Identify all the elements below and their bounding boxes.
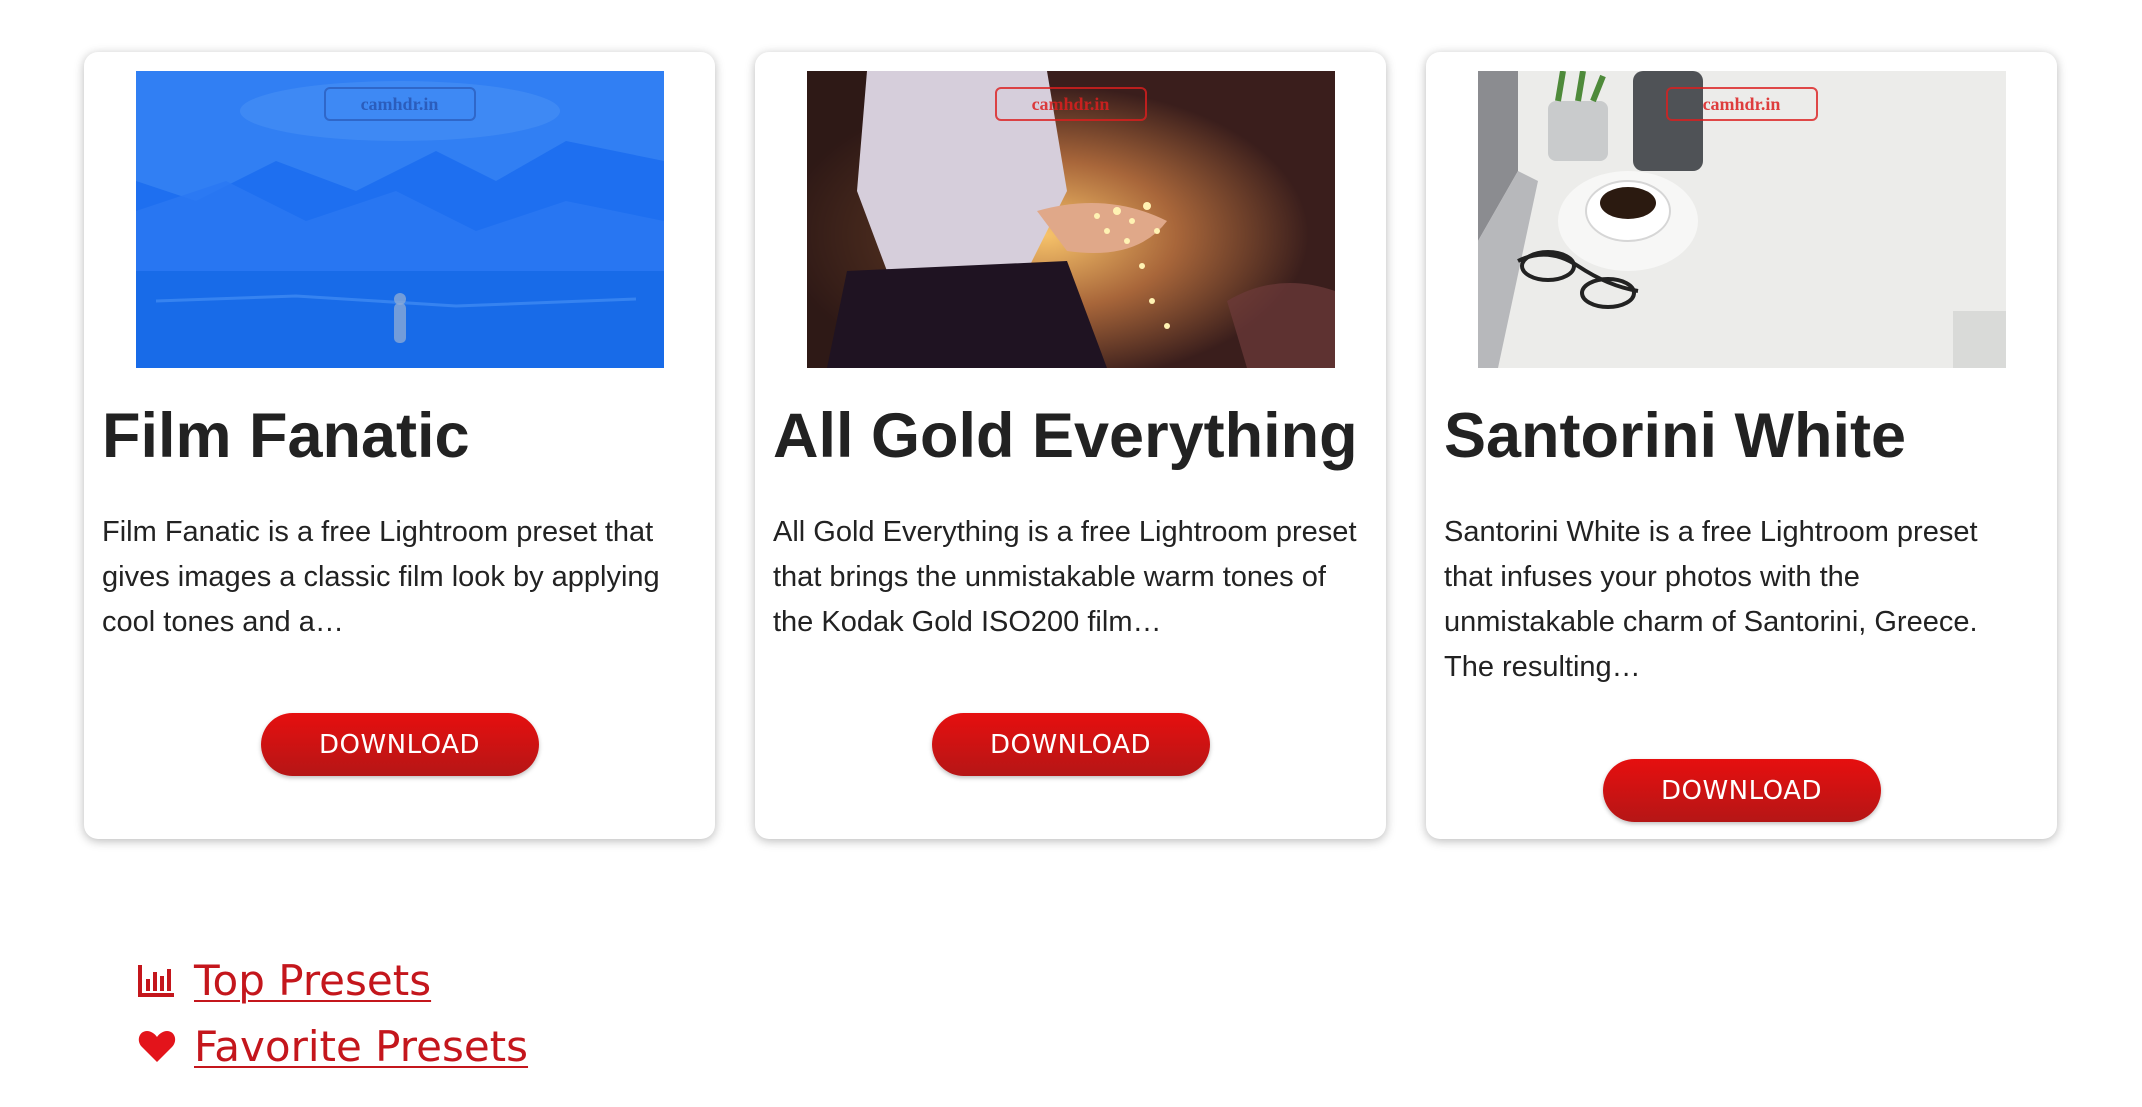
preset-thumbnail[interactable]: camhdr.in — [806, 71, 1335, 368]
card-description: Film Fanatic is a free Lightroom preset … — [102, 516, 660, 638]
card-title[interactable]: Film Fanatic — [102, 398, 697, 474]
preset-card-santorini-white: camhdr.in Santorini White Santorini Whit… — [1426, 52, 2057, 839]
card-title[interactable]: Santorini White — [1444, 398, 2039, 474]
watermark: camhdr.in — [1665, 87, 1818, 121]
bar-chart-icon — [136, 959, 178, 1001]
preset-card-all-gold-everything: camhdr.in All Gold Everything All Gold E… — [755, 52, 1386, 839]
preset-card-film-fanatic: camhdr.in Film Fanatic Film Fanatic is a… — [84, 52, 715, 839]
favorite-presets-row: Favorite Presets — [136, 1013, 528, 1079]
card-description: All Gold Everything is a free Lightroom … — [773, 516, 1357, 638]
preset-cards: camhdr.in Film Fanatic Film Fanatic is a… — [84, 52, 2057, 839]
download-button[interactable]: DOWNLOAD — [1602, 759, 1881, 822]
card-description: Santorini White is a free Lightroom pres… — [1444, 516, 1978, 683]
top-presets-row: Top Presets — [136, 947, 528, 1013]
watermark: camhdr.in — [323, 87, 476, 121]
favorite-presets-link[interactable]: Favorite Presets — [194, 1022, 528, 1071]
download-button[interactable]: DOWNLOAD — [931, 713, 1210, 776]
preset-links: Top Presets Favorite Presets — [136, 947, 528, 1079]
card-title[interactable]: All Gold Everything — [773, 398, 1368, 474]
watermark: camhdr.in — [994, 87, 1147, 121]
top-presets-link[interactable]: Top Presets — [194, 956, 431, 1005]
preset-thumbnail[interactable]: camhdr.in — [135, 71, 664, 368]
preset-thumbnail[interactable]: camhdr.in — [1477, 71, 2006, 368]
heart-icon — [136, 1025, 178, 1067]
download-button[interactable]: DOWNLOAD — [260, 713, 539, 776]
